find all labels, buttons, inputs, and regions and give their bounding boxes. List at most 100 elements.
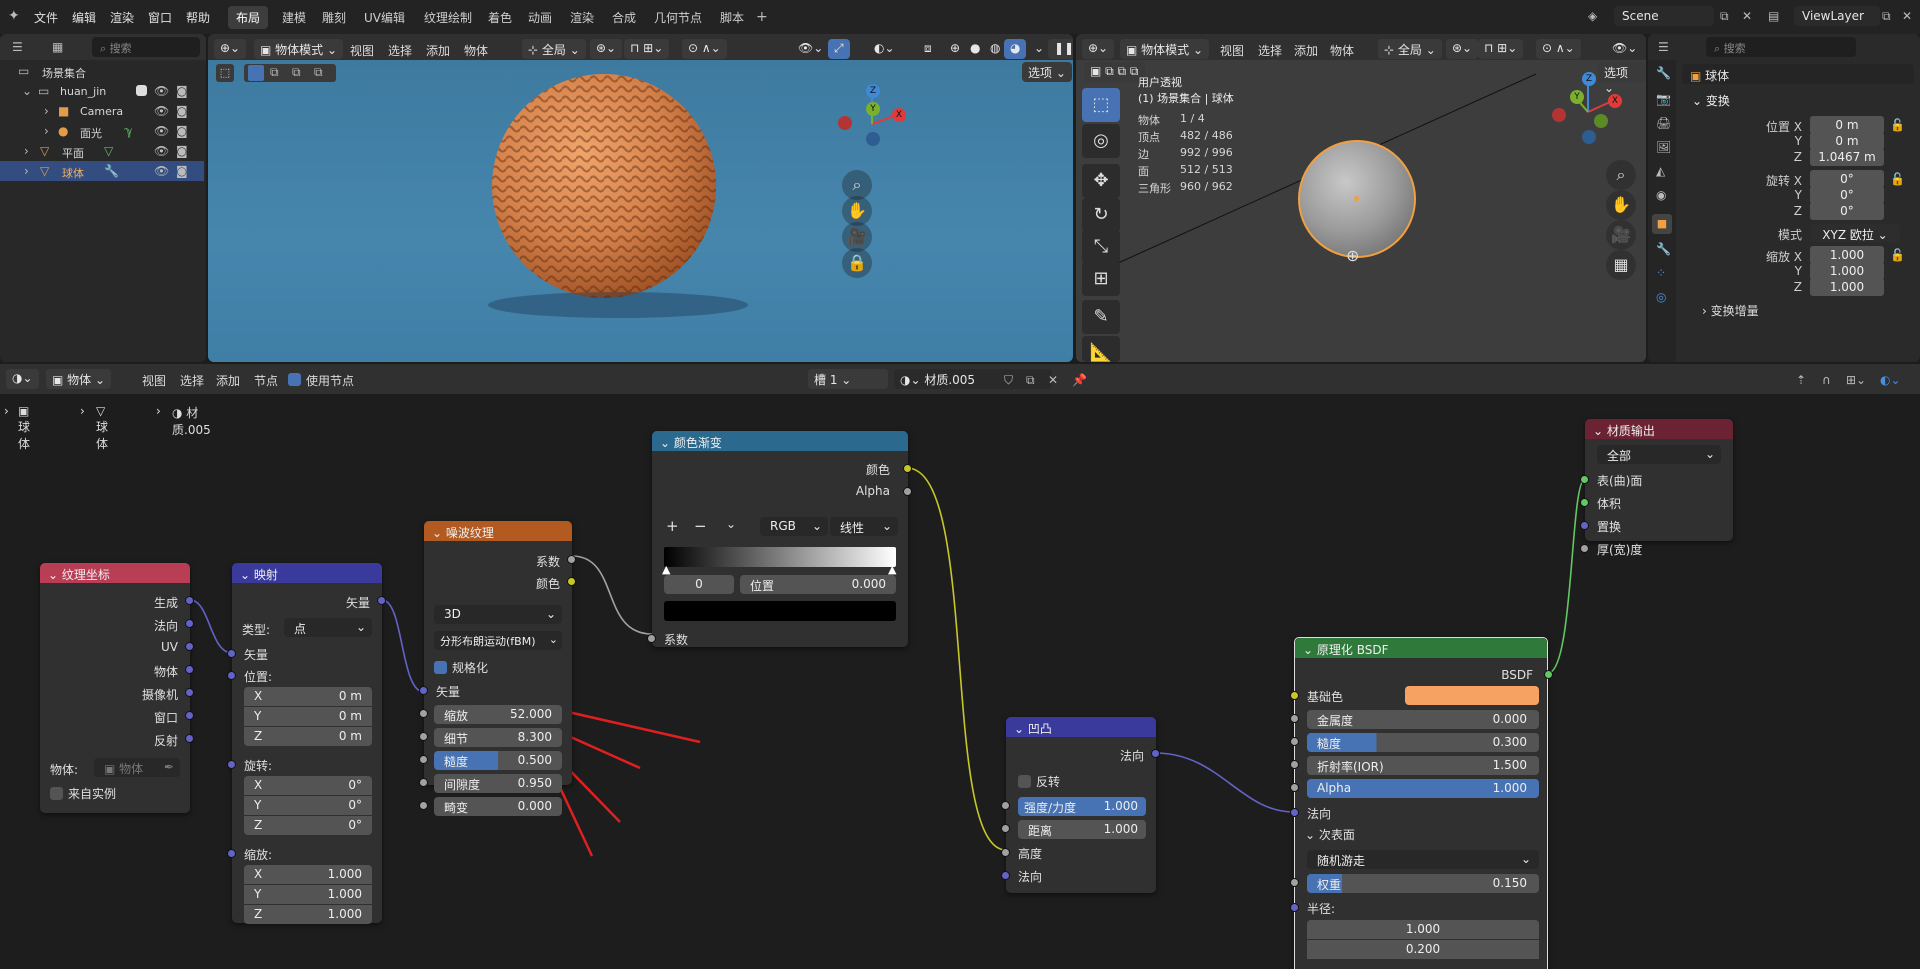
lock-icon[interactable]: 🔓 xyxy=(1890,248,1905,262)
node-noise-texture[interactable]: ⌄ 噪波纹理 系数 颜色 3D ⌄ 分形布朗运动(fBM) ⌄ 规格化 矢量 缩放 5… xyxy=(419,521,576,793)
subsurface-weight-field[interactable]: 权重 0.150 xyxy=(1307,874,1539,893)
node-header[interactable]: ⌄ 噪波纹理 xyxy=(424,521,572,541)
socket-displacement[interactable] xyxy=(1580,521,1589,530)
visibility-icon[interactable]: 👁⌄ xyxy=(1606,39,1643,59)
move-tool[interactable]: ✥ xyxy=(1082,164,1120,198)
tab-texture-paint[interactable]: 纹理绘制 xyxy=(416,6,480,29)
menu-view[interactable]: 视图 xyxy=(350,42,374,59)
node-header[interactable]: ⌄ 颜色渐变 xyxy=(652,431,908,451)
close-icon[interactable]: ✕ xyxy=(1048,373,1058,387)
menu-select[interactable]: 选择 xyxy=(180,372,204,389)
outliner-item-camera[interactable]: › ■ Camera 👁 ◙ xyxy=(0,101,204,121)
distance-field[interactable]: 距离 1.000 xyxy=(1018,820,1146,839)
camera-render-icon[interactable]: ◙ xyxy=(176,84,188,98)
overlay-icon[interactable]: ◐⌄ xyxy=(1880,373,1901,387)
node-header[interactable]: ⌄ 凹凸 xyxy=(1006,717,1156,737)
noise-distortion-field[interactable]: 畸变 0.000 xyxy=(434,797,562,816)
eye-icon[interactable]: 👁 xyxy=(154,84,169,98)
menu-view[interactable]: 视图 xyxy=(142,372,166,389)
roughness-field[interactable]: 糙度 0.300 xyxy=(1307,733,1539,752)
shading-options-icon[interactable]: ⌄ xyxy=(1028,39,1050,59)
select-invert-icon[interactable]: ⧉ xyxy=(314,65,323,80)
menu-file[interactable]: 文件 xyxy=(34,9,58,26)
scene-icon[interactable]: ◈ xyxy=(1588,9,1597,23)
snap-icon[interactable]: ∩ xyxy=(1822,373,1831,387)
node-principled-bsdf[interactable]: ⌄ 原理化 BSDF BSDF 基础色 金属度 0.000 糙度 0.300 折射率… xyxy=(1290,637,1553,969)
rotation-z-field[interactable]: 0° xyxy=(1810,202,1884,220)
strength-field[interactable]: 强度/力度 1.000 xyxy=(1018,797,1146,816)
socket-normal-in[interactable] xyxy=(1001,871,1010,880)
camera-render-icon[interactable]: ◙ xyxy=(176,124,188,138)
output-tab-icon[interactable]: 🖨 xyxy=(1656,116,1671,130)
select-box-tool[interactable]: ⬚ xyxy=(1082,88,1120,122)
object-name-field[interactable]: ▣ 球体 xyxy=(1682,64,1914,84)
socket-alpha[interactable] xyxy=(1290,783,1299,792)
noise-lacunarity-field[interactable]: 间隙度 0.950 xyxy=(434,774,562,793)
scale-z[interactable]: Z 1.000 xyxy=(244,905,372,924)
dimensions-select[interactable]: 3D ⌄ xyxy=(434,605,562,624)
color-mode-select[interactable]: RGB ⌄ xyxy=(760,517,828,536)
location-x[interactable]: X0 m xyxy=(244,687,372,706)
eye-icon[interactable]: 👁 xyxy=(154,144,169,158)
rotation-z[interactable]: Z 0° xyxy=(244,816,372,835)
socket-vector-in[interactable] xyxy=(227,649,236,658)
menu-window[interactable]: 窗口 xyxy=(148,9,172,26)
node-header[interactable]: ⌄ 原理化 BSDF xyxy=(1295,638,1547,658)
socket-window[interactable] xyxy=(185,711,194,720)
socket-subsurface-weight[interactable] xyxy=(1290,878,1299,887)
eye-icon[interactable]: 👁 xyxy=(154,164,169,178)
location-z-field[interactable]: 1.0467 m xyxy=(1810,148,1884,166)
duplicate-icon[interactable]: ⧉ xyxy=(1026,373,1035,388)
socket-uv[interactable] xyxy=(185,642,194,651)
parent-node-icon[interactable]: ⇡ xyxy=(1796,373,1806,387)
transform-tool[interactable]: ⊞ xyxy=(1082,262,1120,296)
socket-vector-in[interactable] xyxy=(419,686,428,695)
chevron-right-icon[interactable]: › xyxy=(44,104,49,118)
menu-edit[interactable]: 编辑 xyxy=(72,9,96,26)
stop-index-field[interactable]: 0 xyxy=(664,575,734,594)
tab-shading[interactable]: 着色 xyxy=(480,6,520,29)
delete-view-layer-icon[interactable]: ✕ xyxy=(1902,9,1912,23)
blender-logo-icon[interactable]: ✦ xyxy=(8,8,20,24)
modifier-tab-icon[interactable]: 🔧 xyxy=(1656,242,1671,256)
gizmo-neg-x[interactable] xyxy=(838,116,852,130)
ramp-menu-icon[interactable]: ⌄ xyxy=(726,517,736,531)
menu-object[interactable]: 物体 xyxy=(464,42,488,59)
noise-detail-field[interactable]: 细节 8.300 xyxy=(434,728,562,747)
select-new-icon[interactable] xyxy=(248,65,264,81)
object-picker-field[interactable]: ▣ 物体 ✒ xyxy=(94,758,180,777)
view-layer-tab-icon[interactable]: 🖼 xyxy=(1656,140,1671,154)
socket-camera[interactable] xyxy=(185,688,194,697)
render-tab-icon[interactable]: 📷 xyxy=(1656,92,1671,106)
snap-grid-icon[interactable]: ⊞⌄ xyxy=(1846,373,1866,387)
new-view-layer-icon[interactable]: ⧉ xyxy=(1882,9,1891,24)
rotation-mode-select[interactable]: XYZ 欧拉 ⌄ xyxy=(1810,224,1900,242)
metallic-field[interactable]: 金属度 0.000 xyxy=(1307,710,1539,729)
pin-icon[interactable]: 📌 xyxy=(1072,373,1087,387)
socket-vector-out[interactable] xyxy=(377,596,386,605)
pivot-icon[interactable]: ⊛⌄ xyxy=(590,39,623,59)
node-editor[interactable]: ◑⌄ ▣ 物体 ⌄ 视图 选择 添加 节点 使用节点 槽 1 ⌄ ◑⌄ 材质.0… xyxy=(0,364,1920,969)
socket-fac-in[interactable] xyxy=(647,634,656,643)
socket-fac-out[interactable] xyxy=(567,555,576,564)
chevron-down-icon[interactable]: ⌄ xyxy=(22,84,32,98)
physics-tab-icon[interactable]: ◎ xyxy=(1656,290,1666,304)
chevron-right-icon[interactable]: › xyxy=(44,124,49,138)
tab-geometry-nodes[interactable]: 几何节点 xyxy=(646,6,710,29)
mapping-type-select[interactable]: 点 ⌄ xyxy=(284,618,372,637)
subsurface-section[interactable]: ⌄ 次表面 xyxy=(1305,826,1355,843)
eyedropper-icon[interactable]: ✒ xyxy=(164,760,174,774)
annotate-tool[interactable]: ✎ xyxy=(1082,300,1120,334)
menu-render[interactable]: 渲染 xyxy=(110,9,134,26)
stop-color-swatch[interactable] xyxy=(664,601,896,621)
scene-field[interactable]: Scene xyxy=(1614,6,1714,26)
delete-scene-icon[interactable]: ✕ xyxy=(1742,9,1752,23)
socket-surface[interactable] xyxy=(1580,475,1589,484)
lock-icon[interactable]: 🔓 xyxy=(1890,118,1905,132)
camera-view-icon[interactable]: 🎥 xyxy=(1606,220,1636,250)
node-header[interactable]: ⌄ 纹理坐标 xyxy=(40,563,190,583)
rotation-x[interactable]: X 0° xyxy=(244,776,372,795)
tab-rendering[interactable]: 渲染 xyxy=(562,6,602,29)
editor-type-button[interactable]: ◑⌄ xyxy=(6,369,39,389)
transform-section[interactable]: ⌄ 变换 xyxy=(1692,92,1730,109)
